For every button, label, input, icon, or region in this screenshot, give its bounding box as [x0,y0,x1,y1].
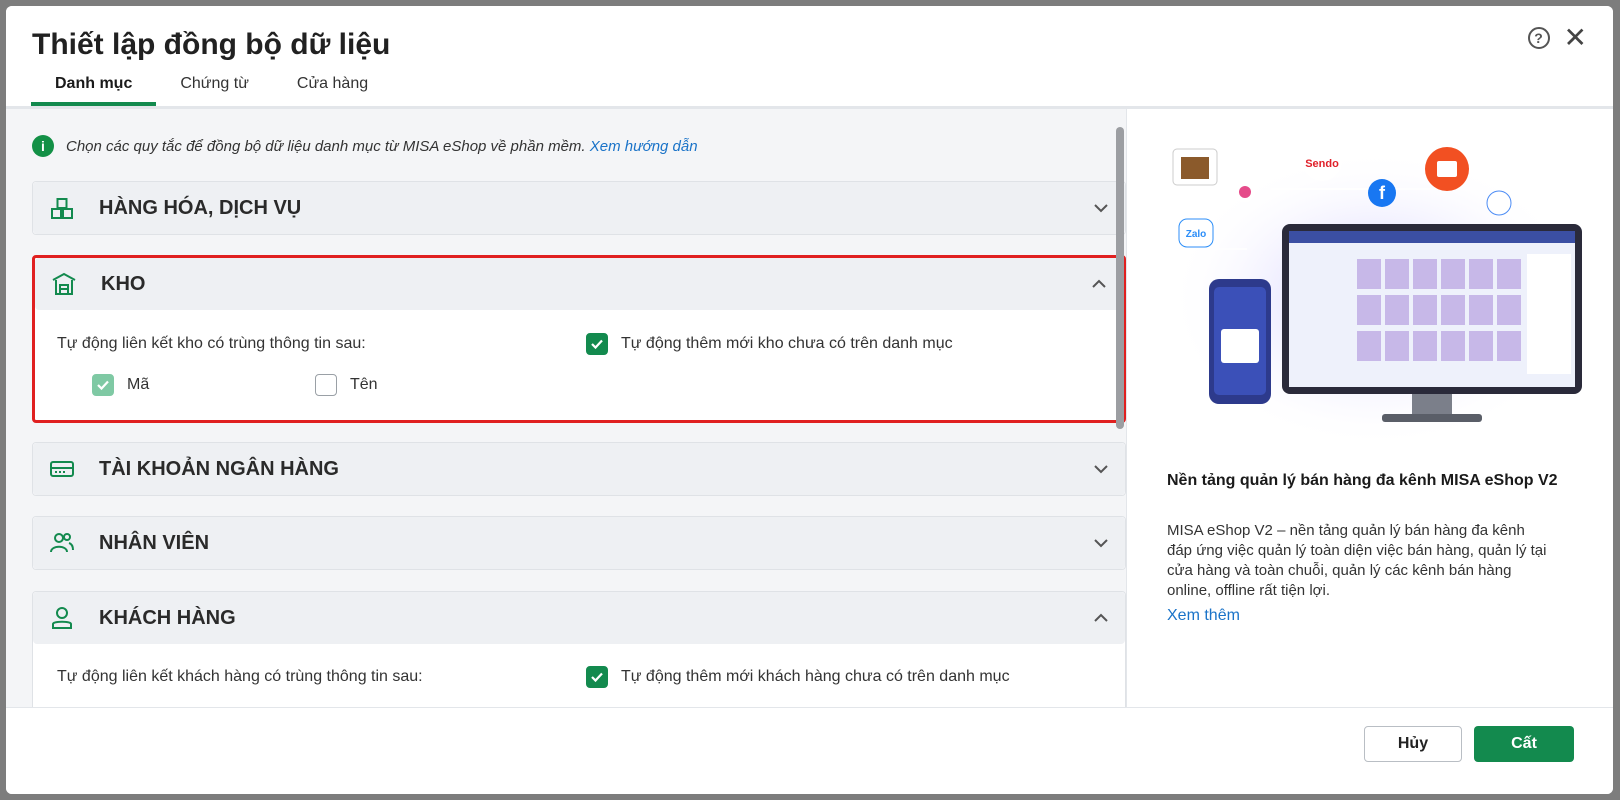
chevron-up-icon[interactable] [1091,608,1111,628]
bank-card-icon [49,456,75,482]
dialog-title: Thiết lập đồng bộ dữ liệu [32,28,391,61]
chevron-down-icon[interactable] [1091,459,1111,479]
section-goods-header[interactable]: HÀNG HÓA, DỊCH VỤ [33,182,1125,234]
section-warehouse: KHO Tự động liên kết kho có trùng thông … [32,255,1126,423]
section-employee-header[interactable]: NHÂN VIÊN [33,517,1125,569]
info-text: Chọn các quy tắc để đồng bộ dữ liệu danh… [66,137,586,155]
guide-link[interactable]: Xem hướng dẫn [590,138,698,155]
dialog-footer: Hủy Cất [6,707,1613,794]
section-bank: TÀI KHOẢN NGÂN HÀNG [32,442,1126,496]
section-employee-title: NHÂN VIÊN [99,531,210,554]
tab-stores[interactable]: Cửa hàng [273,66,392,106]
customer-icon [49,605,75,631]
warehouse-name-label: Tên [350,376,378,393]
header-icons: ? ✕ [1527,24,1587,52]
warehouse-name-checkbox[interactable] [315,374,337,396]
info-line: i Chọn các quy tắc để đồng bộ dữ liệu da… [32,135,698,157]
tab-bar: Danh mục Chứng từ Cửa hàng [31,66,392,106]
section-warehouse-header[interactable]: KHO [35,258,1123,310]
section-customer-title: KHÁCH HÀNG [99,606,236,629]
warehouse-auto-add-checkbox[interactable] [586,333,608,355]
section-goods: HÀNG HÓA, DỊCH VỤ [32,181,1126,235]
sync-settings-dialog: Thiết lập đồng bộ dữ liệu ? ✕ Danh mục C… [6,6,1613,794]
section-warehouse-title: KHO [101,272,146,295]
warehouse-auto-add-label: Tự động thêm mới kho chưa có trên danh m… [621,335,953,352]
tab-catalog[interactable]: Danh mục [31,66,157,106]
catalog-rules-panel: i Chọn các quy tắc để đồng bộ dữ liệu da… [6,109,1126,707]
help-icon[interactable]: ? [1527,27,1550,49]
see-more-link[interactable]: Xem thêm [1167,607,1240,625]
warehouse-code-checkbox[interactable] [92,374,114,396]
close-icon[interactable]: ✕ [1564,24,1587,52]
info-icon: i [32,135,54,157]
promo-title: Nền tảng quản lý bán hàng đa kênh MISA e… [1167,472,1558,489]
save-button[interactable]: Cất [1474,726,1574,762]
section-customer-header[interactable]: KHÁCH HÀNG [33,592,1125,644]
warehouse-match-label: Tự động liên kết kho có trùng thông tin … [57,335,366,352]
scrollbar-thumb[interactable] [1116,127,1124,429]
section-bank-title: TÀI KHOẢN NGÂN HÀNG [99,457,339,480]
sendo-logo: Sendo [1305,158,1339,170]
boxes-icon [49,195,75,221]
chevron-up-icon[interactable] [1089,274,1109,294]
section-goods-title: HÀNG HÓA, DỊCH VỤ [99,196,302,219]
chevron-down-icon[interactable] [1091,533,1111,553]
employees-icon [49,530,75,556]
cancel-button[interactable]: Hủy [1364,726,1462,762]
promo-panel: Sendo f Zalo Nền tảng quản lý bán hàng đ… [1126,109,1613,707]
customer-match-label: Tự động liên kết khách hàng có trùng thô… [57,668,423,685]
section-customer: KHÁCH HÀNG Tự động liên kết khách hàng c… [32,591,1126,707]
promo-description: MISA eShop V2 – nền tảng quản lý bán hàn… [1167,522,1547,599]
warehouse-code-label: Mã [127,376,150,393]
svg-text:f: f [1379,183,1386,203]
customer-auto-add-checkbox[interactable] [586,666,608,688]
eshop-illustration: Sendo f Zalo [1167,141,1587,449]
chevron-down-icon[interactable] [1091,198,1111,218]
section-employee: NHÂN VIÊN [32,516,1126,570]
dialog-header: Thiết lập đồng bộ dữ liệu ? ✕ Danh mục C… [6,6,1613,106]
section-bank-header[interactable]: TÀI KHOẢN NGÂN HÀNG [33,443,1125,495]
customer-auto-add-label: Tự động thêm mới khách hàng chưa có trên… [621,668,1010,685]
tab-documents[interactable]: Chứng từ [156,66,273,106]
warehouse-icon [51,271,77,297]
zalo-logo: Zalo [1186,229,1207,240]
